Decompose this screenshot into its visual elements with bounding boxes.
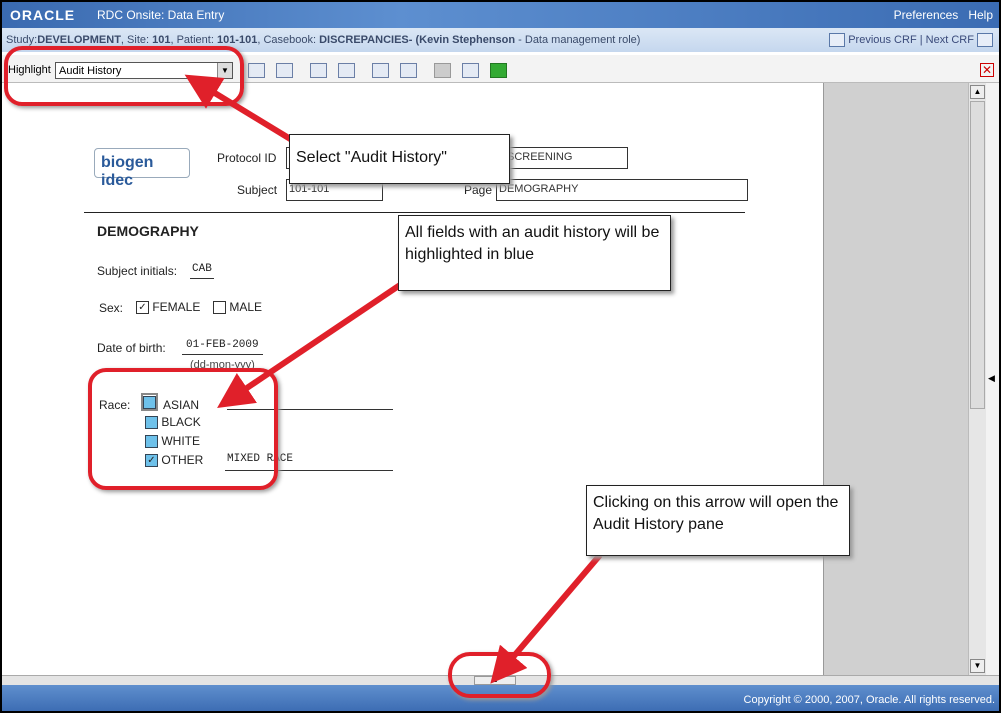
arrow-to-highlight: [184, 74, 294, 143]
arrow-to-toggle: [490, 553, 603, 684]
callout-highlighted-fields: All fields with an audit history will be…: [398, 215, 671, 291]
callout-select-audit-history: Select "Audit History": [289, 134, 510, 184]
arrow-to-race: [217, 282, 402, 409]
callout-audit-pane: Clicking on this arrow will open the Aud…: [586, 485, 850, 556]
annotation-arrows: [184, 74, 603, 684]
